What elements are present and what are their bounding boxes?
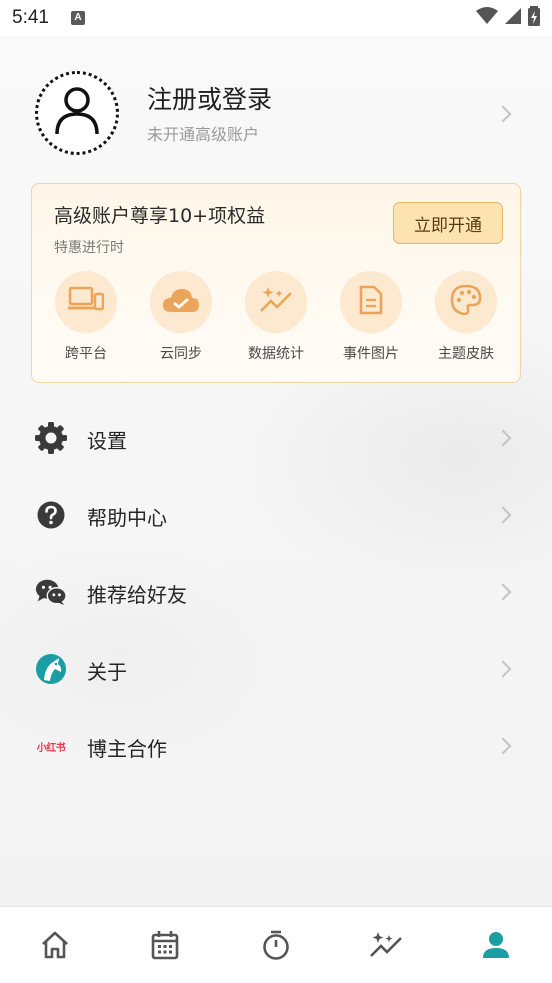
tab-home[interactable] — [35, 927, 75, 967]
feature-label: 事件图片 — [343, 346, 399, 362]
app-logo-icon — [35, 653, 67, 685]
cloud-check-icon — [162, 287, 200, 317]
feature-theme-skin[interactable]: 主题皮肤 — [421, 271, 511, 363]
feature-icon-bg — [340, 271, 402, 333]
status-time: 5:41 — [12, 7, 49, 28]
menu-label: 推荐给好友 — [87, 583, 187, 607]
palette-icon — [450, 284, 482, 320]
menu-item-blogger-cooperation[interactable]: 小红书 博主合作 — [0, 716, 552, 776]
home-icon — [40, 931, 70, 963]
calendar-icon — [151, 930, 179, 964]
menu-label: 帮助中心 — [87, 506, 167, 530]
notification-a-icon: A — [70, 11, 85, 25]
gear-icon — [35, 422, 67, 454]
person-icon — [54, 86, 100, 140]
tab-stats[interactable] — [366, 927, 406, 967]
menu-item-recommend-friends[interactable]: 推荐给好友 — [0, 562, 552, 622]
login-title: 注册或登录 — [147, 85, 273, 114]
premium-card: 高级账户尊享10+项权益 特惠进行时 立即开通 跨平台 云同步 数据统计 事件图… — [31, 183, 521, 383]
signal-icon — [504, 7, 522, 29]
tab-timer[interactable] — [256, 927, 296, 967]
feature-label: 云同步 — [160, 346, 202, 362]
menu-label: 设置 — [87, 429, 127, 453]
feature-icon-bg — [245, 271, 307, 333]
chevron-right-icon — [494, 737, 512, 755]
feature-label: 跨平台 — [65, 346, 107, 362]
sparkle-chart-icon — [259, 285, 293, 319]
devices-icon — [68, 286, 105, 318]
account-status: 未开通高级账户 — [147, 125, 260, 144]
avatar[interactable] — [35, 71, 119, 155]
menu-item-settings[interactable]: 设置 — [0, 408, 552, 468]
menu-item-about[interactable]: 关于 — [0, 639, 552, 699]
feature-label: 数据统计 — [248, 346, 304, 362]
menu-item-help-center[interactable]: 帮助中心 — [0, 485, 552, 545]
premium-subtitle: 特惠进行时 — [54, 240, 124, 256]
feature-statistics[interactable]: 数据统计 — [231, 271, 321, 363]
menu-label: 关于 — [87, 660, 127, 684]
premium-title: 高级账户尊享10+项权益 — [54, 205, 266, 227]
bottom-navigation — [0, 906, 552, 983]
sparkle-chart-icon — [369, 930, 403, 964]
feature-label: 主题皮肤 — [438, 346, 494, 362]
chevron-right-icon — [494, 429, 512, 447]
chevron-right-icon — [494, 105, 512, 123]
wechat-icon — [35, 576, 67, 608]
chevron-right-icon — [494, 660, 512, 678]
profile-login-row[interactable]: 注册或登录 未开通高级账户 — [0, 64, 552, 164]
chevron-right-icon — [494, 583, 512, 601]
document-icon — [359, 285, 383, 319]
feature-cross-platform[interactable]: 跨平台 — [41, 271, 131, 363]
activate-premium-button[interactable]: 立即开通 — [393, 202, 503, 244]
feature-event-images[interactable]: 事件图片 — [326, 271, 416, 363]
wifi-icon — [476, 7, 498, 29]
feature-icon-bg — [150, 271, 212, 333]
feature-icon-bg — [435, 271, 497, 333]
tab-profile[interactable] — [476, 927, 516, 967]
battery-icon — [528, 6, 540, 30]
tab-calendar[interactable] — [145, 927, 185, 967]
help-icon — [35, 499, 67, 531]
person-icon — [482, 931, 510, 963]
chevron-right-icon — [494, 506, 512, 524]
stopwatch-icon — [262, 930, 290, 964]
feature-cloud-sync[interactable]: 云同步 — [136, 271, 226, 363]
status-bar: 5:41 A — [0, 0, 552, 36]
xiaohongshu-icon: 小红书 — [36, 742, 66, 754]
feature-icon-bg — [55, 271, 117, 333]
menu-label: 博主合作 — [87, 737, 167, 761]
